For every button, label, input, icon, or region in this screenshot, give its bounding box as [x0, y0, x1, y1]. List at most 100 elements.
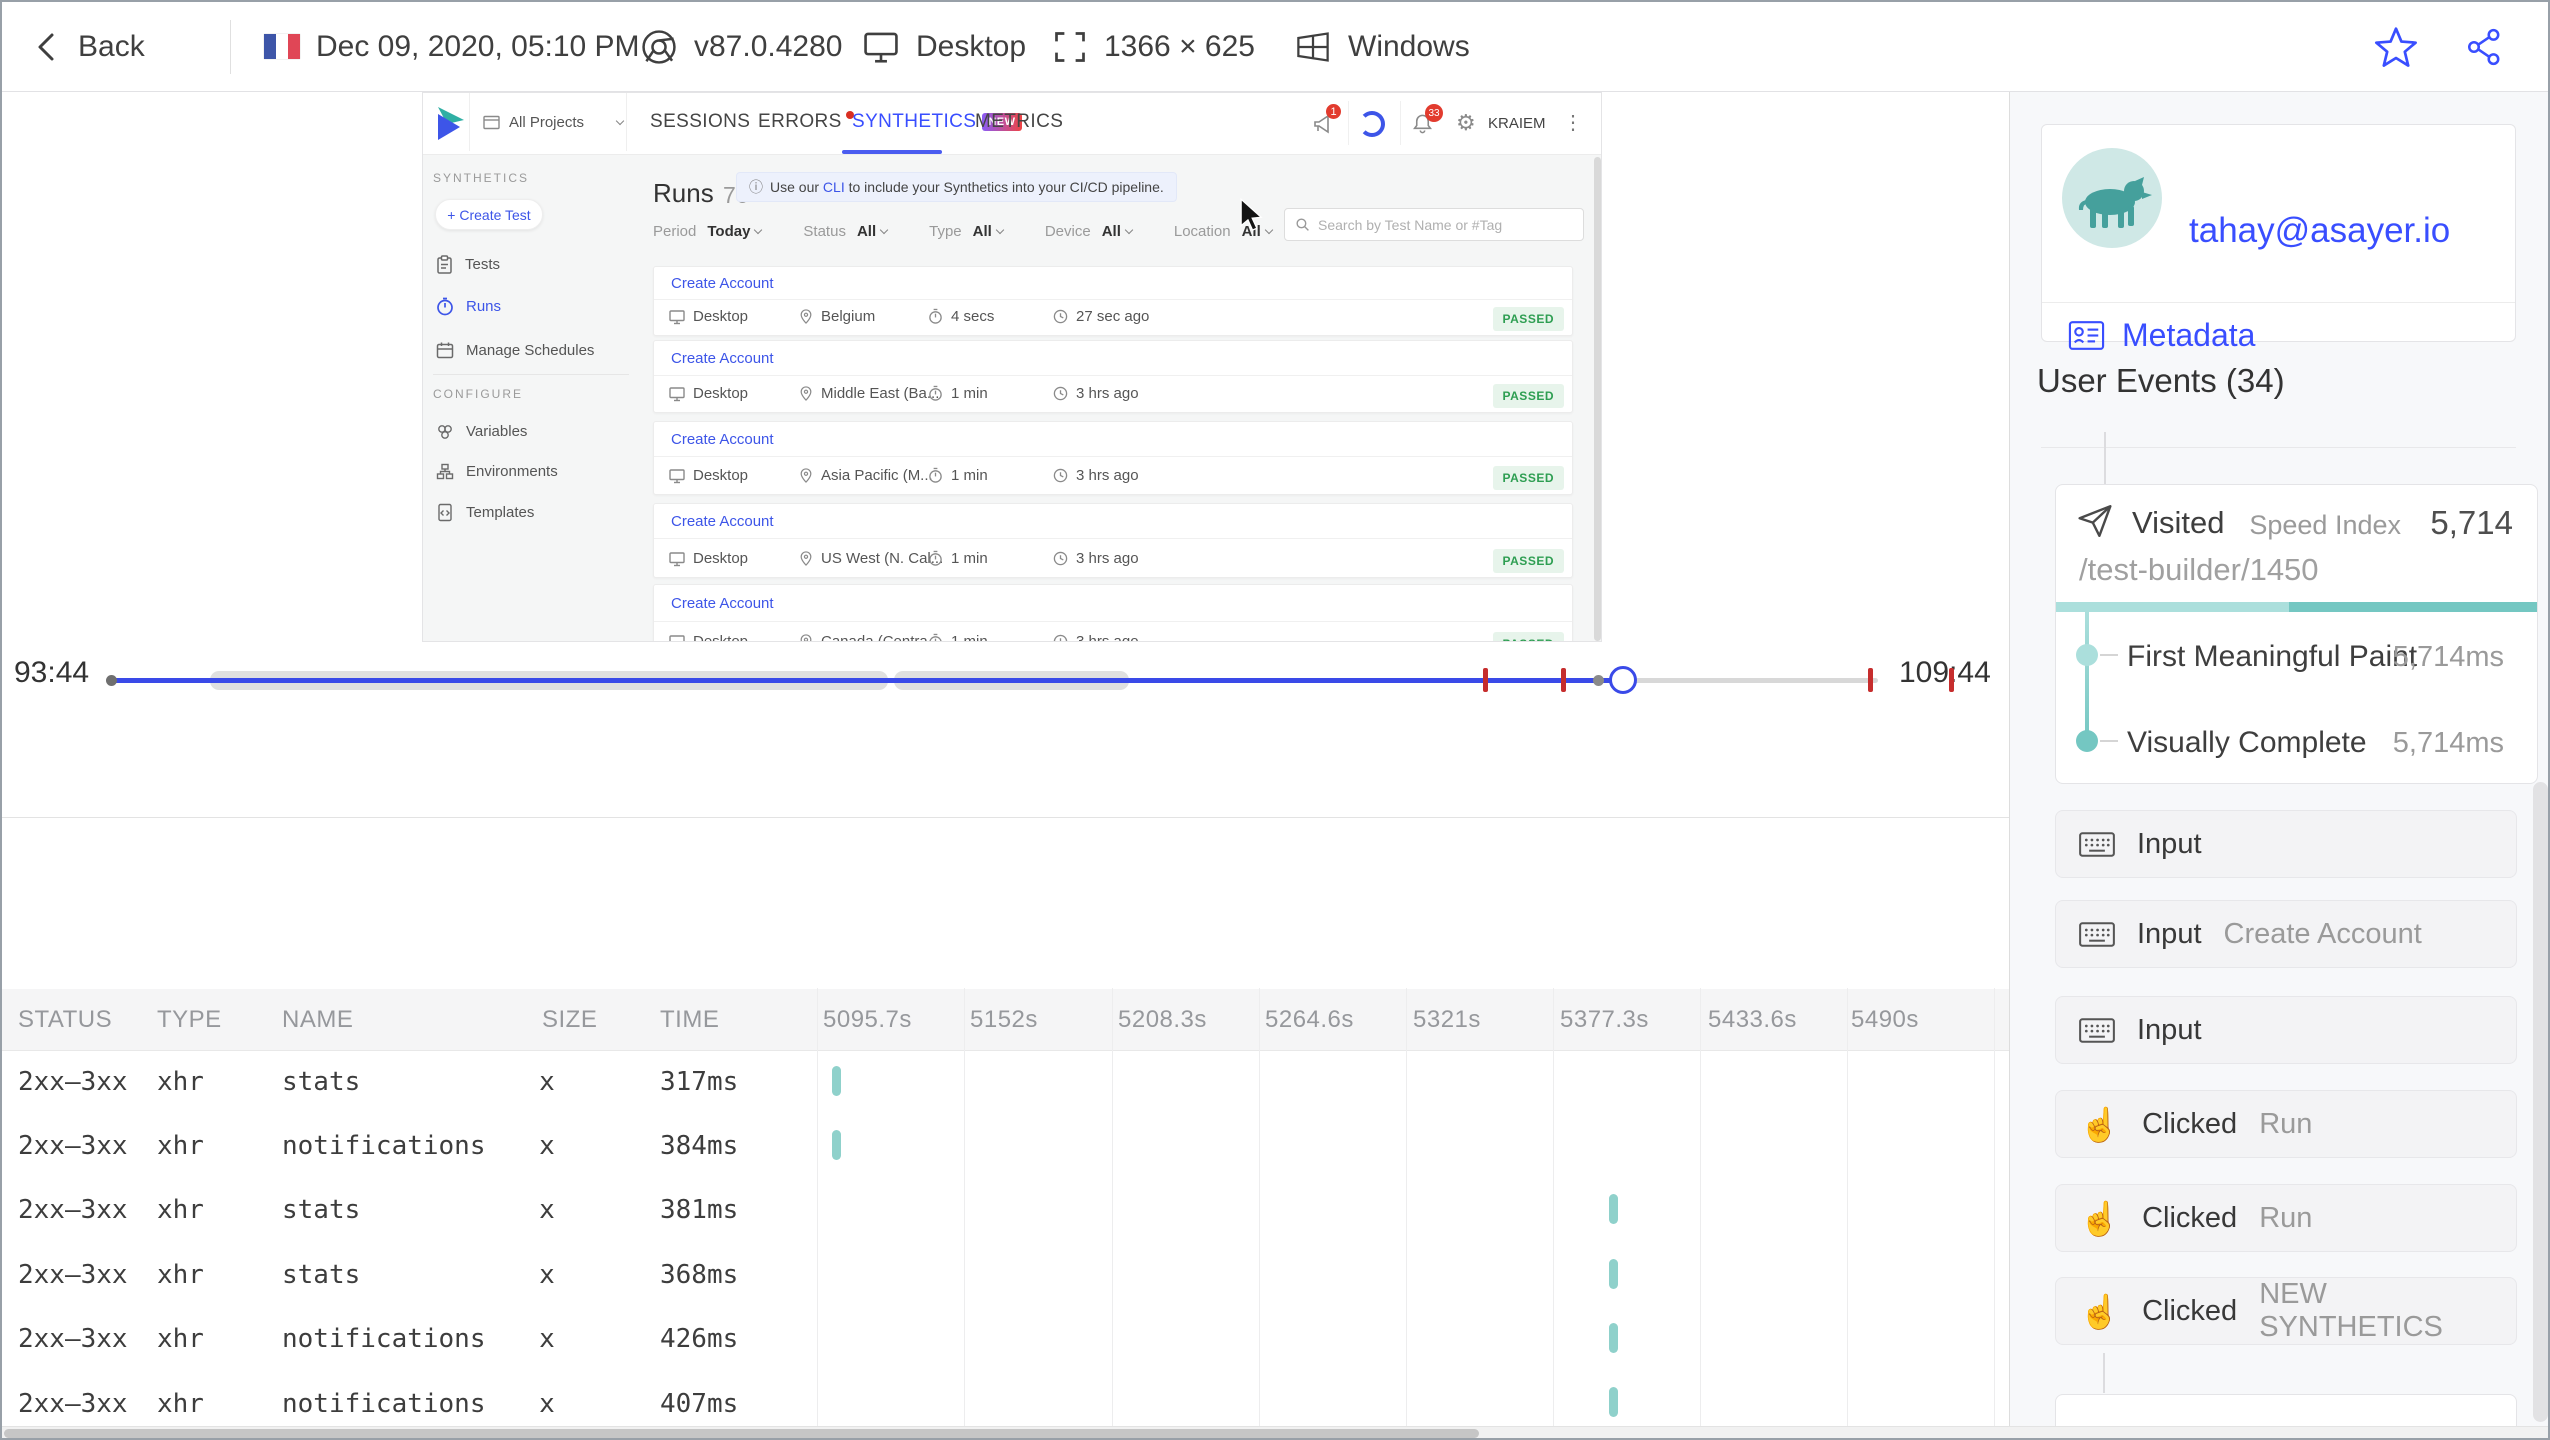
loading-spinner: [1359, 111, 1385, 137]
event-card-clicked[interactable]: ☝ Clicked Run: [2055, 1184, 2517, 1252]
request-timing-bar: [1609, 1194, 1618, 1224]
request-row[interactable]: 2xx–3xx xhr stats x 381ms: [2, 1178, 2009, 1242]
run-card: Create Account Desktop US West (N. Cal..…: [653, 503, 1573, 578]
timeline-handle[interactable]: [1609, 666, 1637, 694]
axis-tick: 5433.6s: [1708, 1005, 1797, 1033]
request-row[interactable]: 2xx–3xx xhr stats x 368ms: [2, 1243, 2009, 1307]
runs-title: Runs: [653, 178, 714, 208]
fmp-label: First Meaningful Paint: [2127, 640, 2418, 673]
event-card-input[interactable]: Input: [2055, 996, 2517, 1064]
timeline: 93:44 109:44: [2, 642, 2009, 704]
app-side-section-configure: CONFIGURE: [433, 387, 523, 401]
error-marker[interactable]: [1868, 668, 1873, 692]
resolution-info: 1366 × 625: [1052, 2, 1255, 91]
app-topnav: All Projects SESSIONS ERRORS SYNTHETICS …: [423, 93, 1601, 155]
app-side-divider: [433, 374, 629, 375]
chevron-down-icon: [615, 116, 625, 126]
announcements-badge: 1: [1326, 104, 1341, 119]
sidebar-scrollbar[interactable]: [2533, 782, 2548, 1422]
topbar: Back Dec 09, 2020, 05:10 PM v87.0.4280 D…: [2, 2, 2548, 92]
fmp-value: 5,714ms: [2392, 641, 2504, 673]
error-marker[interactable]: [1483, 668, 1488, 692]
user-events-title: User Events (34): [2037, 362, 2285, 399]
app-project-label: All Projects: [509, 113, 585, 131]
request-row[interactable]: 2xx–3xx xhr notifications x 384ms: [2, 1114, 2009, 1178]
visited-path: /test-builder/1450: [2079, 552, 2319, 587]
replay-cursor-icon: [1238, 198, 1270, 234]
runs-filters: Period Today Status All Type All Device All …: [653, 219, 1273, 243]
event-card-input[interactable]: Input Create Account: [2055, 900, 2517, 968]
timeline-progress: [112, 678, 1623, 683]
horizontal-scrollbar-thumb[interactable]: [4, 1429, 1479, 1438]
user-email[interactable]: tahay@asayer.io: [2189, 211, 2450, 251]
horizontal-scrollbar-track[interactable]: [2, 1426, 2548, 1438]
timeline-start-dot: [106, 675, 117, 686]
visited-event-card[interactable]: Visited Speed Index 5,714 /test-builder/…: [2055, 484, 2538, 784]
os-info: Windows: [1294, 2, 1470, 91]
speed-index-label: Speed Index: [2249, 510, 2401, 540]
os-label: Windows: [1348, 29, 1470, 63]
device-label: Desktop: [916, 29, 1027, 63]
app-user-name: KRAIEM: [1488, 115, 1546, 132]
resolution-label: 1366 × 625: [1104, 29, 1255, 63]
status-badge: PASSED: [1492, 549, 1564, 573]
request-timing-bar: [1609, 1259, 1618, 1289]
france-flag-icon: [264, 34, 300, 59]
kebab-menu-icon: ⋮: [1563, 112, 1583, 134]
app-search-placeholder: Search by Test Name or #Tag: [1318, 216, 1503, 233]
speed-bar-dark: [2289, 602, 2537, 612]
app-side-tests: Tests: [436, 255, 500, 274]
app-window-icon: [483, 115, 500, 130]
session-sidebar: tahay@asayer.io Metadata User Events (34…: [2009, 92, 2548, 1438]
click-hand-icon: ☝: [2079, 1292, 2121, 1330]
app-side-section-synthetics: SYNTHETICS: [433, 171, 530, 185]
session-replay-window: Back Dec 09, 2020, 05:10 PM v87.0.4280 D…: [0, 0, 2550, 1440]
axis-tick: 5095.7s: [823, 1005, 912, 1033]
info-icon: ⓘ: [749, 179, 763, 195]
app-side-variables: Variables: [436, 423, 527, 440]
request-timing-bar: [1609, 1387, 1618, 1417]
axis-tick: 5152s: [970, 1005, 1038, 1033]
request-row[interactable]: 2xx–3xx xhr stats x 317ms: [2, 1050, 2009, 1114]
back-button[interactable]: Back: [32, 2, 145, 91]
topbar-divider: [230, 20, 231, 74]
metadata-button[interactable]: Metadata: [2068, 317, 2255, 354]
keyboard-icon: [2079, 921, 2115, 948]
fmp-dot: [2076, 644, 2098, 666]
browser-info: v87.0.4280: [640, 2, 842, 91]
error-marker[interactable]: [1561, 668, 1566, 692]
events-divider: [2041, 447, 2516, 448]
vc-value: 5,714ms: [2392, 727, 2504, 759]
click-hand-icon: ☝: [2079, 1199, 2121, 1237]
keyboard-icon: [2079, 831, 2115, 858]
status-badge: PASSED: [1492, 632, 1564, 641]
axis-tick: 5377.3s: [1560, 1005, 1649, 1033]
request-timing-bar: [832, 1130, 841, 1160]
metric-connector-line: [2085, 612, 2089, 742]
app-nav-divider: [1348, 101, 1349, 145]
click-hand-icon: ☝: [2079, 1105, 2121, 1143]
screen-size-brackets-icon: [1052, 29, 1088, 65]
monitor-icon: [862, 29, 900, 65]
speed-index-value: 5,714: [2430, 504, 2513, 541]
status-badge: PASSED: [1492, 466, 1564, 490]
timeline-start: 93:44: [14, 656, 90, 689]
timeline-end: 109:44: [1899, 656, 1991, 689]
replay-viewport: All Projects SESSIONS ERRORS SYNTHETICS …: [422, 92, 1602, 642]
navigate-icon: [2077, 504, 2113, 538]
favorite-button[interactable]: [2374, 2, 2418, 91]
create-test-button: + Create Test: [435, 199, 543, 230]
cli-banner: ⓘ Use our CLI to include your Synthetics…: [736, 172, 1177, 202]
event-card-clicked[interactable]: ☝ Clicked NEW SYNTHETICS: [2055, 1277, 2517, 1345]
event-card-input[interactable]: Input: [2055, 810, 2517, 878]
event-card-clicked[interactable]: ☝ Clicked Run: [2055, 1090, 2517, 1158]
run-card: Create Account Desktop Asia Pacific (M..…: [653, 421, 1573, 495]
request-row[interactable]: 2xx–3xx xhr notifications x 426ms: [2, 1307, 2009, 1371]
speed-bar-light: [2056, 602, 2289, 612]
bell-badge: 33: [1425, 104, 1443, 122]
share-button[interactable]: [2464, 2, 2504, 91]
timeline-connector: [2103, 1353, 2105, 1393]
error-marker[interactable]: [1949, 668, 1954, 692]
animal-avatar-icon: [2078, 177, 2152, 228]
gear-icon: ⚙: [1456, 110, 1476, 135]
